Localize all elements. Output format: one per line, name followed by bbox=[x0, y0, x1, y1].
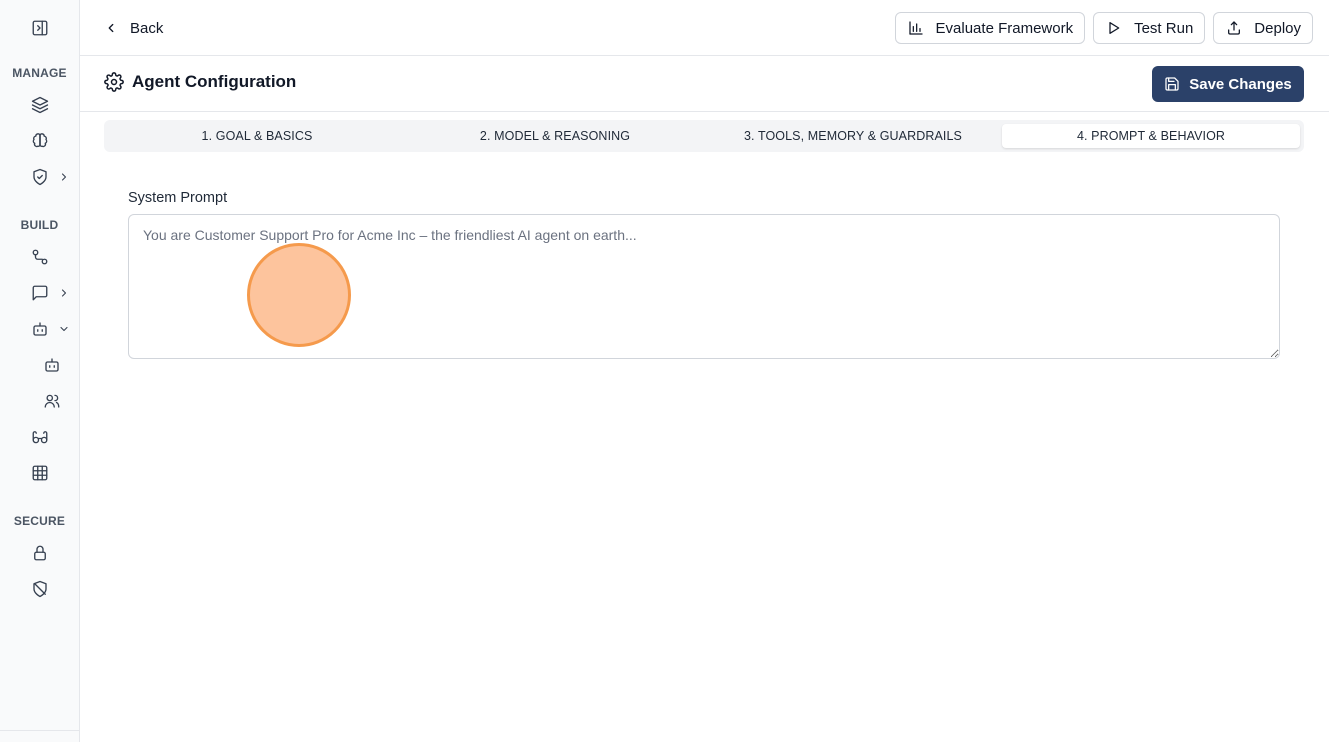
page-title-text: Agent Configuration bbox=[132, 72, 297, 91]
workflow-icon bbox=[32, 249, 48, 265]
upload-icon bbox=[1228, 21, 1241, 35]
panel-toggle-icon bbox=[32, 20, 47, 36]
test-run-label: Test Run bbox=[1134, 19, 1194, 37]
sidebar-item-observe[interactable] bbox=[0, 423, 79, 451]
layers-icon bbox=[31, 96, 49, 114]
gear-icon bbox=[104, 72, 124, 92]
tab-goal-basics[interactable]: 1. GOAL & BASICS bbox=[108, 124, 406, 148]
evaluate-framework-button[interactable]: Evaluate Framework bbox=[894, 12, 1086, 44]
top-actions: Evaluate Framework Test Run Deploy bbox=[894, 12, 1313, 44]
bot-icon bbox=[33, 322, 47, 336]
test-run-button[interactable]: Test Run bbox=[1093, 12, 1206, 44]
sidebar-item-brain[interactable] bbox=[0, 127, 79, 155]
lock-icon bbox=[34, 545, 46, 561]
sidebar-item-workflow[interactable] bbox=[0, 243, 79, 271]
page-header: Agent Configuration Save Changes bbox=[80, 56, 1329, 112]
sidebar-item-messages[interactable] bbox=[0, 279, 79, 307]
sidebar-item-shield-check[interactable] bbox=[0, 163, 79, 191]
sidebar-item-lock[interactable] bbox=[0, 539, 79, 567]
chevron-left-icon bbox=[108, 23, 114, 33]
save-changes-button[interactable]: Save Changes bbox=[1152, 66, 1304, 102]
binoculars-icon bbox=[32, 431, 48, 444]
system-prompt-input[interactable] bbox=[128, 214, 1280, 359]
shield-check-icon bbox=[33, 168, 47, 186]
chevron-down-icon bbox=[60, 326, 68, 332]
table-icon bbox=[32, 465, 48, 481]
deploy-button[interactable]: Deploy bbox=[1213, 12, 1313, 44]
save-changes-label: Save Changes bbox=[1189, 75, 1292, 93]
app-root: MANAGE BUILD SECURE Back Evaluate Framew… bbox=[0, 0, 1329, 742]
page-title: Agent Configuration bbox=[104, 72, 296, 92]
sidebar-toggle-button[interactable] bbox=[0, 0, 79, 56]
sidebar-section-build: BUILD bbox=[20, 218, 59, 232]
play-icon bbox=[1109, 22, 1120, 34]
sidebar-footer bbox=[0, 730, 79, 742]
message-icon bbox=[32, 285, 48, 301]
chevron-right-icon bbox=[61, 173, 67, 181]
sidebar-section-secure: SECURE bbox=[13, 514, 66, 528]
sidebar-item-layers[interactable] bbox=[0, 91, 79, 119]
sidebar-section-manage: MANAGE bbox=[12, 66, 67, 80]
tab-prompt-behavior[interactable]: 4. PROMPT & BEHAVIOR bbox=[1002, 124, 1300, 148]
save-icon bbox=[1165, 77, 1179, 91]
evaluate-framework-label: Evaluate Framework bbox=[935, 19, 1074, 37]
back-label: Back bbox=[130, 19, 164, 37]
sidebar-item-shield-off[interactable] bbox=[0, 575, 79, 603]
bot-icon bbox=[45, 358, 59, 372]
bar-chart-icon bbox=[908, 21, 923, 35]
sidebar-subitem-agent[interactable] bbox=[0, 351, 79, 379]
sidebar-item-agents[interactable] bbox=[0, 315, 79, 343]
back-button[interactable]: Back bbox=[104, 14, 163, 42]
users-icon bbox=[44, 394, 60, 408]
chevron-right-icon bbox=[61, 289, 67, 297]
sidebar: MANAGE BUILD SECURE bbox=[0, 0, 80, 742]
sidebar-subitem-teams[interactable] bbox=[0, 387, 79, 415]
shield-off-icon bbox=[33, 580, 47, 598]
topbar: Back Evaluate Framework Test Run Deploy bbox=[80, 0, 1329, 56]
sidebar-item-table[interactable] bbox=[0, 459, 79, 487]
brain-icon bbox=[32, 133, 48, 148]
deploy-label: Deploy bbox=[1254, 19, 1301, 37]
system-prompt-label: System Prompt bbox=[128, 190, 228, 206]
tab-model-reasoning[interactable]: 2. MODEL & REASONING bbox=[406, 124, 704, 148]
tab-tools-memory-guardrails[interactable]: 3. TOOLS, MEMORY & GUARDRAILS bbox=[704, 124, 1002, 148]
config-tabs: 1. GOAL & BASICS 2. MODEL & REASONING 3.… bbox=[104, 120, 1304, 152]
